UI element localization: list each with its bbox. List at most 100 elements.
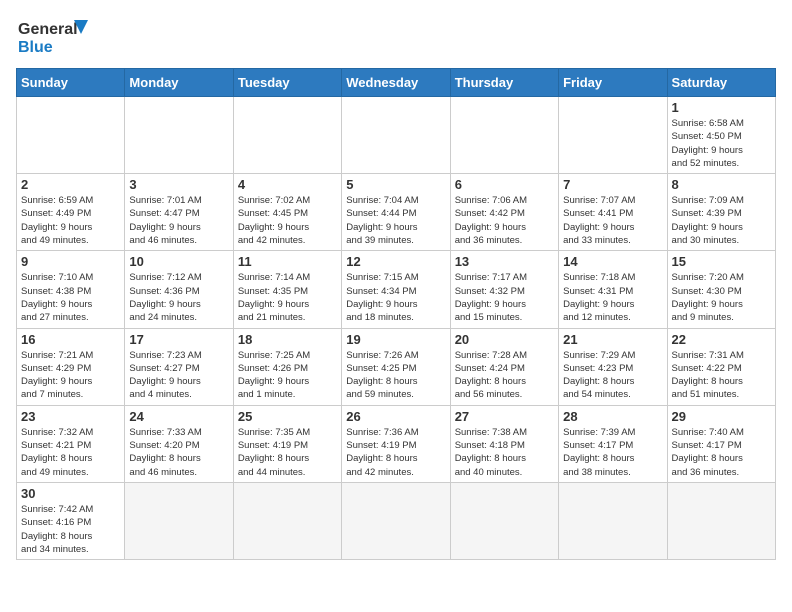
day-number: 2 bbox=[21, 177, 120, 192]
calendar-cell: 15 Sunrise: 7:20 AM Sunset: 4:30 PM Dayli… bbox=[667, 251, 775, 328]
day-number: 23 bbox=[21, 409, 120, 424]
day-info: Sunrise: 7:21 AM Sunset: 4:29 PM Dayligh… bbox=[21, 349, 120, 402]
calendar-cell: 12Sunrise: 7:15 AM Sunset: 4:34 PM Dayli… bbox=[342, 251, 450, 328]
calendar-cell: 30Sunrise: 7:42 AM Sunset: 4:16 PM Dayli… bbox=[17, 482, 125, 559]
day-number: 14 bbox=[563, 254, 662, 269]
day-info: Sunrise: 7:09 AM Sunset: 4:39 PM Dayligh… bbox=[672, 194, 771, 247]
day-number: 20 bbox=[455, 332, 554, 347]
day-number: 28 bbox=[563, 409, 662, 424]
calendar-cell: 8 Sunrise: 7:09 AM Sunset: 4:39 PM Daylig… bbox=[667, 174, 775, 251]
weekday-header-tuesday: Tuesday bbox=[233, 69, 341, 97]
calendar-cell: 24Sunrise: 7:33 AM Sunset: 4:20 PM Dayli… bbox=[125, 405, 233, 482]
calendar-cell: 25Sunrise: 7:35 AM Sunset: 4:19 PM Dayli… bbox=[233, 405, 341, 482]
day-info: Sunrise: 7:12 AM Sunset: 4:36 PM Dayligh… bbox=[129, 271, 228, 324]
day-info: Sunrise: 7:26 AM Sunset: 4:25 PM Dayligh… bbox=[346, 349, 445, 402]
day-number: 24 bbox=[129, 409, 228, 424]
day-info: Sunrise: 7:10 AM Sunset: 4:38 PM Dayligh… bbox=[21, 271, 120, 324]
day-number: 6 bbox=[455, 177, 554, 192]
calendar-table: SundayMondayTuesdayWednesdayThursdayFrid… bbox=[16, 68, 776, 560]
day-number: 5 bbox=[346, 177, 445, 192]
day-number: 3 bbox=[129, 177, 228, 192]
day-info: Sunrise: 7:02 AM Sunset: 4:45 PM Dayligh… bbox=[238, 194, 337, 247]
calendar-week-row: 16Sunrise: 7:21 AM Sunset: 4:29 PM Dayli… bbox=[17, 328, 776, 405]
day-info: Sunrise: 7:38 AM Sunset: 4:18 PM Dayligh… bbox=[455, 426, 554, 479]
day-number: 1 bbox=[672, 100, 771, 115]
day-info: Sunrise: 6:59 AM Sunset: 4:49 PM Dayligh… bbox=[21, 194, 120, 247]
calendar-cell: 1 Sunrise: 6:58 AM Sunset: 4:50 PM Daylig… bbox=[667, 97, 775, 174]
calendar-cell: 18Sunrise: 7:25 AM Sunset: 4:26 PM Dayli… bbox=[233, 328, 341, 405]
day-info: Sunrise: 7:17 AM Sunset: 4:32 PM Dayligh… bbox=[455, 271, 554, 324]
day-info: Sunrise: 7:35 AM Sunset: 4:19 PM Dayligh… bbox=[238, 426, 337, 479]
day-info: Sunrise: 7:23 AM Sunset: 4:27 PM Dayligh… bbox=[129, 349, 228, 402]
day-info: Sunrise: 7:01 AM Sunset: 4:47 PM Dayligh… bbox=[129, 194, 228, 247]
calendar-cell: 17 Sunrise: 7:23 AM Sunset: 4:27 PM Dayli… bbox=[125, 328, 233, 405]
calendar-week-row: 2 Sunrise: 6:59 AM Sunset: 4:49 PM Daylig… bbox=[17, 174, 776, 251]
calendar-cell: 26 Sunrise: 7:36 AM Sunset: 4:19 PM Dayli… bbox=[342, 405, 450, 482]
day-number: 11 bbox=[238, 254, 337, 269]
calendar-cell bbox=[342, 97, 450, 174]
day-info: Sunrise: 7:04 AM Sunset: 4:44 PM Dayligh… bbox=[346, 194, 445, 247]
calendar-cell bbox=[559, 482, 667, 559]
weekday-header-wednesday: Wednesday bbox=[342, 69, 450, 97]
calendar-cell bbox=[559, 97, 667, 174]
day-number: 4 bbox=[238, 177, 337, 192]
calendar-cell bbox=[342, 482, 450, 559]
calendar-cell: 21Sunrise: 7:29 AM Sunset: 4:23 PM Dayli… bbox=[559, 328, 667, 405]
day-info: Sunrise: 7:28 AM Sunset: 4:24 PM Dayligh… bbox=[455, 349, 554, 402]
calendar-cell: 20 Sunrise: 7:28 AM Sunset: 4:24 PM Dayli… bbox=[450, 328, 558, 405]
logo: GeneralBlue bbox=[16, 16, 96, 56]
calendar-cell: 23 Sunrise: 7:32 AM Sunset: 4:21 PM Dayli… bbox=[17, 405, 125, 482]
day-number: 10 bbox=[129, 254, 228, 269]
logo-icon: GeneralBlue bbox=[16, 16, 96, 56]
weekday-header-monday: Monday bbox=[125, 69, 233, 97]
calendar-cell: 6 Sunrise: 7:06 AM Sunset: 4:42 PM Daylig… bbox=[450, 174, 558, 251]
weekday-header-sunday: Sunday bbox=[17, 69, 125, 97]
day-number: 22 bbox=[672, 332, 771, 347]
day-info: Sunrise: 7:40 AM Sunset: 4:17 PM Dayligh… bbox=[672, 426, 771, 479]
calendar-cell: 4 Sunrise: 7:02 AM Sunset: 4:45 PM Daylig… bbox=[233, 174, 341, 251]
day-number: 19 bbox=[346, 332, 445, 347]
calendar-week-row: 1 Sunrise: 6:58 AM Sunset: 4:50 PM Daylig… bbox=[17, 97, 776, 174]
calendar-cell bbox=[450, 97, 558, 174]
weekday-header-friday: Friday bbox=[559, 69, 667, 97]
calendar-cell: 10 Sunrise: 7:12 AM Sunset: 4:36 PM Dayli… bbox=[125, 251, 233, 328]
svg-text:General: General bbox=[18, 21, 78, 38]
day-number: 7 bbox=[563, 177, 662, 192]
calendar-cell bbox=[17, 97, 125, 174]
calendar-cell: 11 Sunrise: 7:14 AM Sunset: 4:35 PM Dayli… bbox=[233, 251, 341, 328]
calendar-cell bbox=[125, 482, 233, 559]
day-info: Sunrise: 7:06 AM Sunset: 4:42 PM Dayligh… bbox=[455, 194, 554, 247]
weekday-header-saturday: Saturday bbox=[667, 69, 775, 97]
day-info: Sunrise: 6:58 AM Sunset: 4:50 PM Dayligh… bbox=[672, 117, 771, 170]
day-number: 17 bbox=[129, 332, 228, 347]
day-info: Sunrise: 7:15 AM Sunset: 4:34 PM Dayligh… bbox=[346, 271, 445, 324]
calendar-week-row: 9Sunrise: 7:10 AM Sunset: 4:38 PM Daylig… bbox=[17, 251, 776, 328]
calendar-cell: 7Sunrise: 7:07 AM Sunset: 4:41 PM Daylig… bbox=[559, 174, 667, 251]
day-info: Sunrise: 7:42 AM Sunset: 4:16 PM Dayligh… bbox=[21, 503, 120, 556]
calendar-cell bbox=[450, 482, 558, 559]
header: GeneralBlue bbox=[16, 16, 776, 56]
calendar-cell: 16Sunrise: 7:21 AM Sunset: 4:29 PM Dayli… bbox=[17, 328, 125, 405]
day-info: Sunrise: 7:20 AM Sunset: 4:30 PM Dayligh… bbox=[672, 271, 771, 324]
calendar-cell: 28 Sunrise: 7:39 AM Sunset: 4:17 PM Dayli… bbox=[559, 405, 667, 482]
calendar-cell: 2 Sunrise: 6:59 AM Sunset: 4:49 PM Daylig… bbox=[17, 174, 125, 251]
day-number: 15 bbox=[672, 254, 771, 269]
day-number: 18 bbox=[238, 332, 337, 347]
calendar-cell bbox=[125, 97, 233, 174]
day-number: 26 bbox=[346, 409, 445, 424]
calendar-cell: 29Sunrise: 7:40 AM Sunset: 4:17 PM Dayli… bbox=[667, 405, 775, 482]
calendar-cell: 13Sunrise: 7:17 AM Sunset: 4:32 PM Dayli… bbox=[450, 251, 558, 328]
calendar-cell: 5 Sunrise: 7:04 AM Sunset: 4:44 PM Daylig… bbox=[342, 174, 450, 251]
calendar-cell bbox=[233, 97, 341, 174]
day-number: 27 bbox=[455, 409, 554, 424]
day-info: Sunrise: 7:14 AM Sunset: 4:35 PM Dayligh… bbox=[238, 271, 337, 324]
weekday-header-row: SundayMondayTuesdayWednesdayThursdayFrid… bbox=[17, 69, 776, 97]
weekday-header-thursday: Thursday bbox=[450, 69, 558, 97]
calendar-cell: 14Sunrise: 7:18 AM Sunset: 4:31 PM Dayli… bbox=[559, 251, 667, 328]
day-info: Sunrise: 7:29 AM Sunset: 4:23 PM Dayligh… bbox=[563, 349, 662, 402]
calendar-cell: 9Sunrise: 7:10 AM Sunset: 4:38 PM Daylig… bbox=[17, 251, 125, 328]
day-number: 8 bbox=[672, 177, 771, 192]
day-info: Sunrise: 7:36 AM Sunset: 4:19 PM Dayligh… bbox=[346, 426, 445, 479]
day-info: Sunrise: 7:39 AM Sunset: 4:17 PM Dayligh… bbox=[563, 426, 662, 479]
day-info: Sunrise: 7:32 AM Sunset: 4:21 PM Dayligh… bbox=[21, 426, 120, 479]
